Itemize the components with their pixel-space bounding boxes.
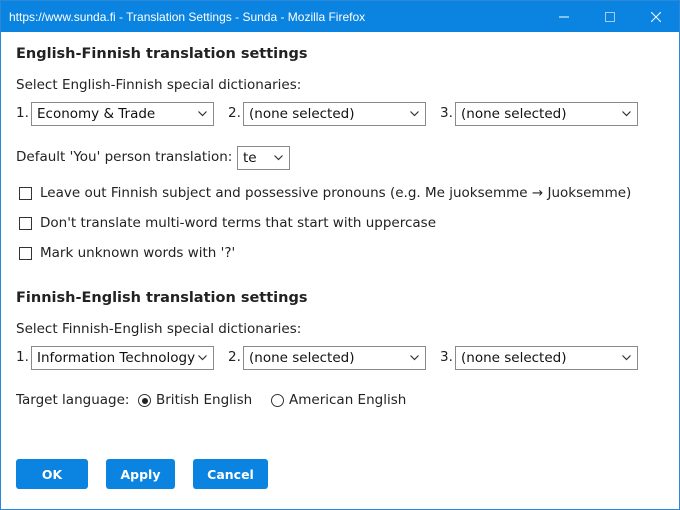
american-english-label[interactable]: American English: [289, 392, 406, 408]
fi-en-dict-1-number: 1.: [16, 349, 29, 365]
multiword-uppercase-checkbox[interactable]: [19, 217, 32, 230]
en-fi-dict-3-value: (none selected): [461, 106, 567, 122]
target-language-label: Target language:: [16, 392, 130, 408]
en-fi-dict-3-number: 3.: [440, 105, 453, 121]
fi-en-dict-3-value: (none selected): [461, 350, 567, 366]
fi-en-dict-1-value: Information Technology: [37, 350, 196, 366]
fi-en-dict-3-select[interactable]: (none selected): [455, 346, 638, 370]
fi-en-dict-3-number: 3.: [440, 349, 453, 365]
multiword-uppercase-label[interactable]: Don't translate multi-word terms that st…: [40, 215, 436, 231]
window-controls: [541, 1, 679, 32]
minimize-icon: [559, 16, 569, 17]
mark-unknown-checkbox[interactable]: [19, 247, 32, 260]
en-fi-dict-2-value: (none selected): [249, 106, 355, 122]
mark-unknown-label[interactable]: Mark unknown words with '?': [40, 245, 235, 261]
close-window-button[interactable]: [633, 1, 679, 32]
british-english-radio[interactable]: [138, 394, 151, 407]
american-english-radio[interactable]: [271, 394, 284, 407]
fi-en-dict-label: Select Finnish-English special dictionar…: [16, 321, 302, 337]
chevron-down-icon: [622, 111, 631, 117]
en-fi-dict-label: Select English-Finnish special dictionar…: [16, 77, 302, 93]
close-icon: [651, 11, 661, 22]
title-bar[interactable]: https://www.sunda.fi - Translation Setti…: [1, 1, 679, 32]
maximize-icon: [605, 11, 615, 22]
chevron-down-icon: [410, 355, 419, 361]
fi-en-dict-2-select[interactable]: (none selected): [243, 346, 426, 370]
fi-en-dict-2-number: 2.: [228, 349, 241, 365]
chevron-down-icon: [622, 355, 631, 361]
en-fi-dict-2-number: 2.: [228, 105, 241, 121]
settings-dialog: English-Finnish translation settings Sel…: [1, 32, 679, 509]
british-english-label[interactable]: British English: [156, 392, 252, 408]
browser-window: https://www.sunda.fi - Translation Setti…: [0, 0, 680, 510]
you-person-label: Default 'You' person translation:: [16, 149, 233, 165]
chevron-down-icon: [198, 111, 207, 117]
fi-en-heading: Finnish-English translation settings: [16, 290, 308, 306]
ok-button[interactable]: OK: [16, 459, 88, 489]
en-fi-dict-1-value: Economy & Trade: [37, 106, 156, 122]
cancel-button[interactable]: Cancel: [193, 459, 268, 489]
chevron-down-icon: [198, 355, 207, 361]
en-fi-dict-3-select[interactable]: (none selected): [455, 102, 638, 126]
apply-button[interactable]: Apply: [106, 459, 175, 489]
leave-out-pronouns-checkbox[interactable]: [19, 187, 32, 200]
chevron-down-icon: [410, 111, 419, 117]
en-fi-heading: English-Finnish translation settings: [16, 46, 308, 62]
leave-out-pronouns-label[interactable]: Leave out Finnish subject and possessive…: [40, 185, 631, 201]
window-title: https://www.sunda.fi - Translation Setti…: [9, 9, 366, 24]
en-fi-dict-2-select[interactable]: (none selected): [243, 102, 426, 126]
you-person-select[interactable]: te: [237, 146, 290, 170]
fi-en-dict-2-value: (none selected): [249, 350, 355, 366]
en-fi-dict-1-select[interactable]: Economy & Trade: [31, 102, 214, 126]
fi-en-dict-1-select[interactable]: Information Technology: [31, 346, 214, 370]
minimize-button[interactable]: [541, 1, 587, 32]
you-person-value: te: [243, 150, 257, 166]
maximize-button[interactable]: [587, 1, 633, 32]
chevron-down-icon: [274, 155, 283, 161]
en-fi-dict-1-number: 1.: [16, 105, 29, 121]
